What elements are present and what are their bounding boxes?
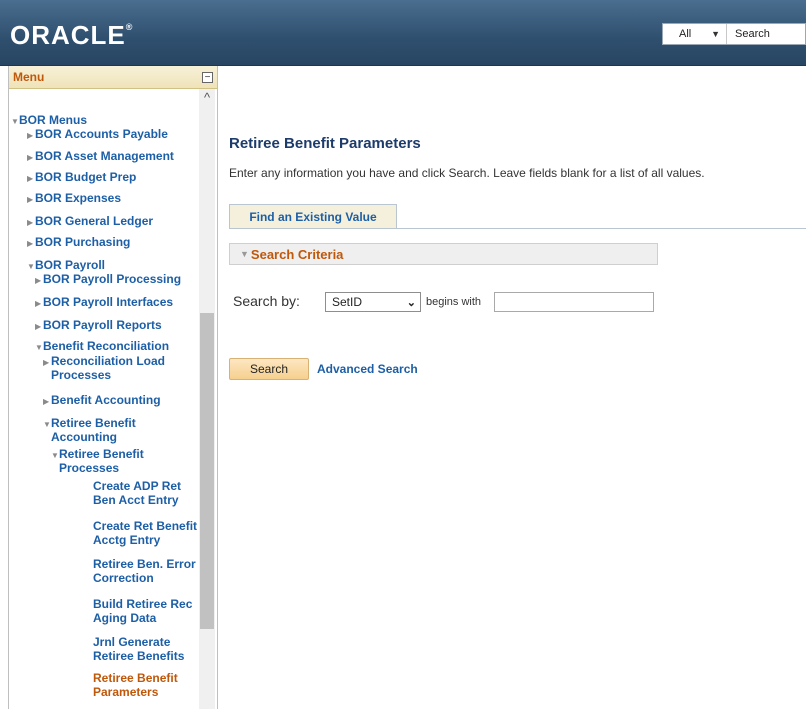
navigation-menu: Menu − ^ ▼ BOR Menus ▶ BOR Accounts Paya… xyxy=(8,66,218,709)
menu-item-asset-management[interactable]: BOR Asset Management xyxy=(35,149,174,163)
create-ret-clip: Create Ret Benefit Acctg Entry xyxy=(93,519,199,551)
menu-item-general-ledger[interactable]: BOR General Ledger xyxy=(35,214,153,228)
retiree-error-clip: Retiree Ben. Error Correction xyxy=(93,557,199,589)
oracle-logo[interactable]: ORACLE® xyxy=(10,20,133,51)
collapsed-triangle-icon: ▶ xyxy=(35,299,42,308)
collapse-menu-button[interactable]: − xyxy=(202,71,213,83)
collapse-triangle-icon: ▼ xyxy=(240,249,249,259)
collapsed-triangle-icon: ▶ xyxy=(27,131,34,140)
search-criteria-title: Search Criteria xyxy=(250,246,344,262)
menu-item-payroll-processing[interactable]: BOR Payroll Processing xyxy=(43,272,181,286)
tab-find-existing-value[interactable]: Find an Existing Value xyxy=(229,204,397,228)
collapsed-triangle-icon: ▶ xyxy=(27,239,34,248)
menu-item-accounts-payable[interactable]: BOR Accounts Payable xyxy=(35,127,168,141)
menu-item-bor-menus[interactable]: BOR Menus xyxy=(19,113,87,127)
expanded-triangle-icon: ▼ xyxy=(35,343,43,352)
instructions-text: Enter any information you have and click… xyxy=(229,166,705,180)
menu-item-build-retiree-text: Build Retiree Rec Aging Data xyxy=(93,597,193,625)
collapsed-triangle-icon: ▶ xyxy=(43,397,50,406)
chevron-down-icon: ⌄ xyxy=(406,296,416,309)
build-retiree-clip: Build Retiree Rec Aging Data xyxy=(93,597,199,629)
menu-item-jrnl-generate[interactable]: Jrnl Generate Retiree Benefits xyxy=(93,635,197,663)
menu-item-retiree-benefit-parameters[interactable]: Retiree Benefit Parameters xyxy=(93,671,197,699)
search-criteria-section[interactable]: ▼ Search Criteria xyxy=(229,243,658,265)
search-value-input[interactable] xyxy=(494,292,654,312)
collapsed-triangle-icon: ▶ xyxy=(35,276,42,285)
expanded-triangle-icon: ▼ xyxy=(51,451,59,460)
global-search: All ▼ Search xyxy=(662,23,806,45)
search-by-value: SetID xyxy=(332,295,363,309)
expanded-triangle-icon: ▼ xyxy=(27,262,35,271)
create-adp-clip: Create ADP Ret Ben Acct Entry xyxy=(93,479,199,511)
search-scope-dropdown[interactable]: All ▼ xyxy=(663,24,727,44)
search-by-select[interactable]: SetID ⌄ xyxy=(325,292,421,312)
menu-item-build-retiree-rec[interactable]: Build Retiree Rec Aging Data xyxy=(93,597,199,625)
registered-mark: ® xyxy=(125,22,134,32)
search-by-label: Search by: xyxy=(233,293,300,309)
menu-item-retiree-benefit-accounting[interactable]: Retiree Benefit Accounting xyxy=(51,416,151,444)
advanced-search-link[interactable]: Advanced Search xyxy=(317,362,418,376)
page-title: Retiree Benefit Parameters xyxy=(229,135,421,152)
logo-text: ORACLE xyxy=(10,20,126,50)
menu-title: Menu xyxy=(13,70,45,84)
header-bar: ORACLE® All ▼ Search xyxy=(0,0,806,66)
menu-item-reconciliation-load[interactable]: Reconciliation Load Processes xyxy=(51,354,191,382)
collapsed-triangle-icon: ▶ xyxy=(27,218,34,227)
menu-item-create-ret-benefit[interactable]: Create Ret Benefit Acctg Entry xyxy=(93,519,199,547)
menu-item-retiree-error-text: Retiree Ben. Error Correction xyxy=(93,557,196,585)
menu-item-retiree-error-correction[interactable]: Retiree Ben. Error Correction xyxy=(93,557,199,585)
menu-item-benefit-accounting[interactable]: Benefit Accounting xyxy=(51,393,161,407)
menu-item-expenses[interactable]: BOR Expenses xyxy=(35,191,121,205)
search-scope-value: All xyxy=(679,28,692,40)
menu-item-create-ret-benefit-text: Create Ret Benefit Acctg Entry xyxy=(93,519,198,547)
menu-item-budget-prep[interactable]: BOR Budget Prep xyxy=(35,170,136,184)
collapsed-triangle-icon: ▶ xyxy=(27,195,34,204)
expanded-triangle-icon: ▼ xyxy=(11,117,19,126)
menu-header: Menu − xyxy=(9,66,217,89)
collapsed-triangle-icon: ▶ xyxy=(27,153,34,162)
global-search-input[interactable]: Search xyxy=(727,28,770,40)
operator-label: begins with xyxy=(426,296,482,308)
tab-divider xyxy=(229,228,806,229)
expanded-triangle-icon: ▼ xyxy=(43,420,51,429)
menu-item-purchasing[interactable]: BOR Purchasing xyxy=(35,235,130,249)
menu-item-create-adp-ret[interactable]: Create ADP Ret Ben Acct Entry xyxy=(93,479,199,507)
collapsed-triangle-icon: ▶ xyxy=(27,174,34,183)
menu-item-retiree-benefit-processes[interactable]: Retiree Benefit Processes xyxy=(59,447,159,475)
search-button[interactable]: Search xyxy=(229,358,309,380)
menu-scrollbar[interactable]: ^ xyxy=(199,89,215,709)
scrollbar-thumb[interactable] xyxy=(200,313,214,629)
collapsed-triangle-icon: ▶ xyxy=(35,322,42,331)
menu-item-payroll-interfaces[interactable]: BOR Payroll Interfaces xyxy=(43,295,173,309)
chevron-down-icon: ▼ xyxy=(711,29,720,39)
collapsed-triangle-icon: ▶ xyxy=(43,358,50,367)
menu-item-benefit-reconciliation[interactable]: Benefit Reconciliation xyxy=(43,339,169,353)
scroll-up-icon[interactable]: ^ xyxy=(201,91,213,105)
menu-item-payroll[interactable]: BOR Payroll xyxy=(35,258,105,272)
menu-item-payroll-reports[interactable]: BOR Payroll Reports xyxy=(43,318,162,332)
payroll-processing-clip: ▶ BOR Payroll Processing xyxy=(35,272,199,288)
